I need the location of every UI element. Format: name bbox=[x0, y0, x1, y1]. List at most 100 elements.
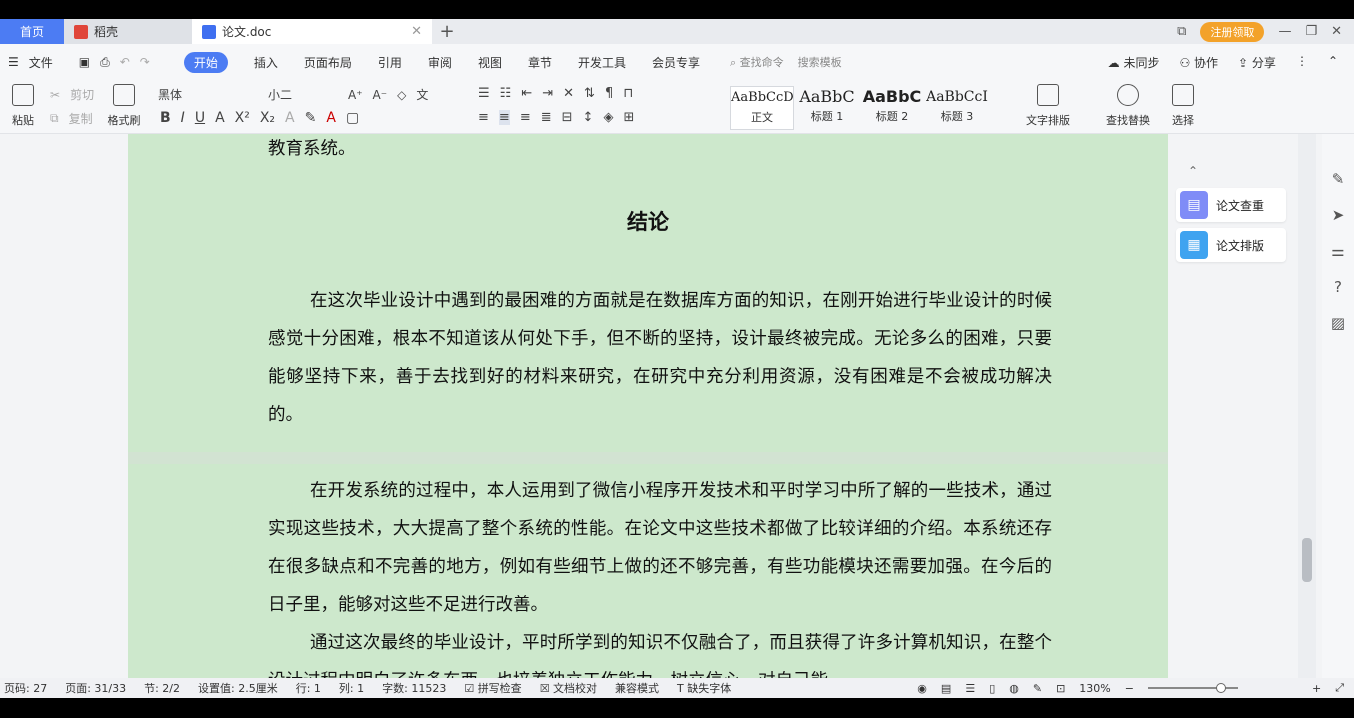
undo-icon[interactable]: ↶ bbox=[120, 55, 130, 69]
font-size-select[interactable]: 小二 bbox=[268, 86, 338, 103]
screen-mode-icon[interactable]: ⧉ bbox=[1177, 24, 1186, 39]
menu-home[interactable]: 开始 bbox=[183, 51, 228, 73]
subscript-icon[interactable]: X₂ bbox=[260, 110, 275, 126]
style-heading-2[interactable]: AaBbC 标题 2 bbox=[860, 86, 924, 130]
line-spacing-icon[interactable]: ↕ bbox=[583, 110, 594, 125]
read-view-icon[interactable]: ▯ bbox=[989, 682, 995, 695]
web-view-icon[interactable]: ◍ bbox=[1009, 682, 1019, 695]
justify-icon[interactable]: ≣ bbox=[541, 110, 552, 125]
minimize-icon[interactable]: — bbox=[1278, 24, 1291, 39]
tab-docer[interactable]: 稻壳 bbox=[64, 19, 192, 44]
underline-icon[interactable]: U bbox=[195, 110, 205, 126]
find-replace-button[interactable]: 查找替换 bbox=[1098, 80, 1158, 134]
restore-icon[interactable]: ❐ bbox=[1305, 24, 1317, 39]
distribute-icon[interactable]: ⊟ bbox=[562, 110, 573, 125]
menu-vip[interactable]: 会员专享 bbox=[652, 54, 700, 71]
hamburger-icon[interactable]: ☰ bbox=[8, 55, 19, 69]
zoom-in-button[interactable]: + bbox=[1312, 682, 1321, 695]
share-button[interactable]: ⇪ 分享 bbox=[1238, 54, 1276, 71]
menu-insert[interactable]: 插入 bbox=[254, 54, 278, 71]
font-family-select[interactable]: 黑体 bbox=[158, 86, 258, 103]
more-icon[interactable]: ⋮ bbox=[1296, 54, 1308, 71]
clear-format-icon[interactable]: ◇ bbox=[397, 88, 406, 102]
word-count[interactable]: 字数: 11523 bbox=[382, 680, 446, 696]
tab-document[interactable]: 论文.doc ✕ bbox=[192, 19, 432, 44]
missing-font-button[interactable]: T 缺失字体 bbox=[677, 680, 731, 696]
borders-icon[interactable]: ⊞ bbox=[623, 110, 634, 125]
proofread-button[interactable]: ☒ 文档校对 bbox=[540, 680, 597, 696]
format-painter-button[interactable]: 格式刷 bbox=[102, 80, 146, 134]
shrink-font-icon[interactable]: A⁻ bbox=[373, 88, 388, 102]
page-view-icon[interactable]: ▤ bbox=[941, 682, 951, 695]
style-heading-3[interactable]: AaBbCcI 标题 3 bbox=[925, 86, 989, 130]
eye-protection-icon[interactable]: ◉ bbox=[917, 682, 927, 695]
superscript-icon[interactable]: X² bbox=[235, 110, 250, 126]
redo-icon[interactable]: ↷ bbox=[140, 55, 150, 69]
section-info[interactable]: 节: 2/2 bbox=[144, 680, 180, 696]
paper-layout-button[interactable]: ▦ 论文排版 bbox=[1176, 228, 1286, 262]
vertical-scrollbar[interactable] bbox=[1298, 134, 1316, 678]
close-window-icon[interactable]: ✕ bbox=[1331, 24, 1342, 39]
tab-stop-icon[interactable]: ⊓ bbox=[623, 86, 633, 101]
sort-icon[interactable]: ⇅ bbox=[584, 86, 595, 101]
image-tool-icon[interactable]: ▨ bbox=[1331, 314, 1345, 332]
spell-check-button[interactable]: ☑ 拼写检查 bbox=[464, 680, 521, 696]
style-normal[interactable]: AaBbCcDd 正文 bbox=[730, 86, 794, 130]
panel-collapse-icon[interactable]: ⌃ bbox=[1188, 164, 1286, 178]
tab-home[interactable]: 首页 bbox=[0, 19, 64, 44]
show-marks-icon[interactable]: ¶ bbox=[605, 86, 613, 101]
zoom-slider-knob[interactable] bbox=[1215, 683, 1226, 693]
menu-references[interactable]: 引用 bbox=[378, 54, 402, 71]
file-menu[interactable]: 文件 bbox=[29, 54, 53, 71]
settings-sliders-icon[interactable]: ⚌ bbox=[1331, 242, 1344, 260]
increase-indent-icon[interactable]: ⇥ bbox=[542, 86, 553, 101]
collaborate-button[interactable]: ⚇ 协作 bbox=[1179, 54, 1218, 71]
scrollbar-thumb[interactable] bbox=[1302, 538, 1312, 582]
numbered-list-icon[interactable]: ☷ bbox=[500, 86, 512, 101]
bullet-list-icon[interactable]: ☰ bbox=[478, 86, 490, 101]
sync-status[interactable]: ☁ 未同步 bbox=[1108, 54, 1160, 71]
pointer-icon[interactable]: ➤ bbox=[1332, 206, 1345, 224]
char-border-icon[interactable]: ▢ bbox=[346, 110, 359, 126]
align-right-icon[interactable]: ≡ bbox=[520, 110, 531, 125]
plagiarism-check-button[interactable]: ▤ 论文查重 bbox=[1176, 188, 1286, 222]
menu-view[interactable]: 视图 bbox=[478, 54, 502, 71]
copy-button[interactable]: ⧉ 复制 bbox=[50, 110, 93, 127]
zoom-slider[interactable] bbox=[1147, 683, 1238, 693]
page-count[interactable]: 页面: 31/33 bbox=[65, 680, 126, 696]
phonetic-icon[interactable]: 文 bbox=[416, 86, 428, 103]
bold-icon[interactable]: B bbox=[160, 110, 171, 126]
zoom-level[interactable]: 130% bbox=[1079, 682, 1110, 695]
page-number[interactable]: 页码: 27 bbox=[4, 680, 47, 696]
template-search[interactable]: 搜索模板 bbox=[798, 54, 842, 70]
italic-icon[interactable]: I bbox=[181, 110, 185, 126]
pen-icon[interactable]: ✎ bbox=[1332, 170, 1345, 188]
menu-page-layout[interactable]: 页面布局 bbox=[304, 54, 352, 71]
align-center-icon[interactable]: ≡ bbox=[498, 110, 510, 125]
position-setting[interactable]: 设置值: 2.5厘米 bbox=[198, 680, 278, 696]
decrease-indent-icon[interactable]: ⇤ bbox=[521, 86, 532, 101]
cut-button[interactable]: ✂ 剪切 bbox=[50, 86, 94, 103]
fit-page-icon[interactable]: ⊡ bbox=[1056, 682, 1065, 695]
menu-developer[interactable]: 开发工具 bbox=[578, 54, 626, 71]
save-icon[interactable]: ▣ bbox=[79, 55, 90, 69]
align-left-icon[interactable]: ≡ bbox=[478, 110, 489, 125]
grow-font-icon[interactable]: A⁺ bbox=[348, 88, 363, 102]
strikethrough-icon[interactable]: A bbox=[215, 110, 225, 126]
write-view-icon[interactable]: ✎ bbox=[1033, 682, 1042, 695]
style-heading-1[interactable]: AaBbC 标题 1 bbox=[795, 86, 859, 130]
new-tab-button[interactable]: + bbox=[432, 21, 462, 42]
menu-review[interactable]: 审阅 bbox=[428, 54, 452, 71]
command-search[interactable]: ⌕ 查找命令 bbox=[730, 54, 784, 70]
collapse-ribbon-icon[interactable]: ⌃ bbox=[1328, 54, 1338, 71]
help-icon[interactable]: ? bbox=[1334, 278, 1342, 296]
zoom-out-button[interactable]: − bbox=[1125, 682, 1134, 695]
close-tab-icon[interactable]: ✕ bbox=[411, 24, 422, 39]
select-button[interactable]: 选择 bbox=[1166, 80, 1200, 134]
vip-register-button[interactable]: 注册领取 bbox=[1200, 21, 1265, 42]
highlight-icon[interactable]: ✎ bbox=[305, 110, 317, 126]
text-layout-button[interactable]: 文字排版 bbox=[1018, 80, 1078, 134]
outline-view-icon[interactable]: ☰ bbox=[965, 682, 975, 695]
fullscreen-icon[interactable]: ⤢ bbox=[1335, 681, 1344, 695]
font-color-icon[interactable]: A bbox=[326, 110, 336, 126]
